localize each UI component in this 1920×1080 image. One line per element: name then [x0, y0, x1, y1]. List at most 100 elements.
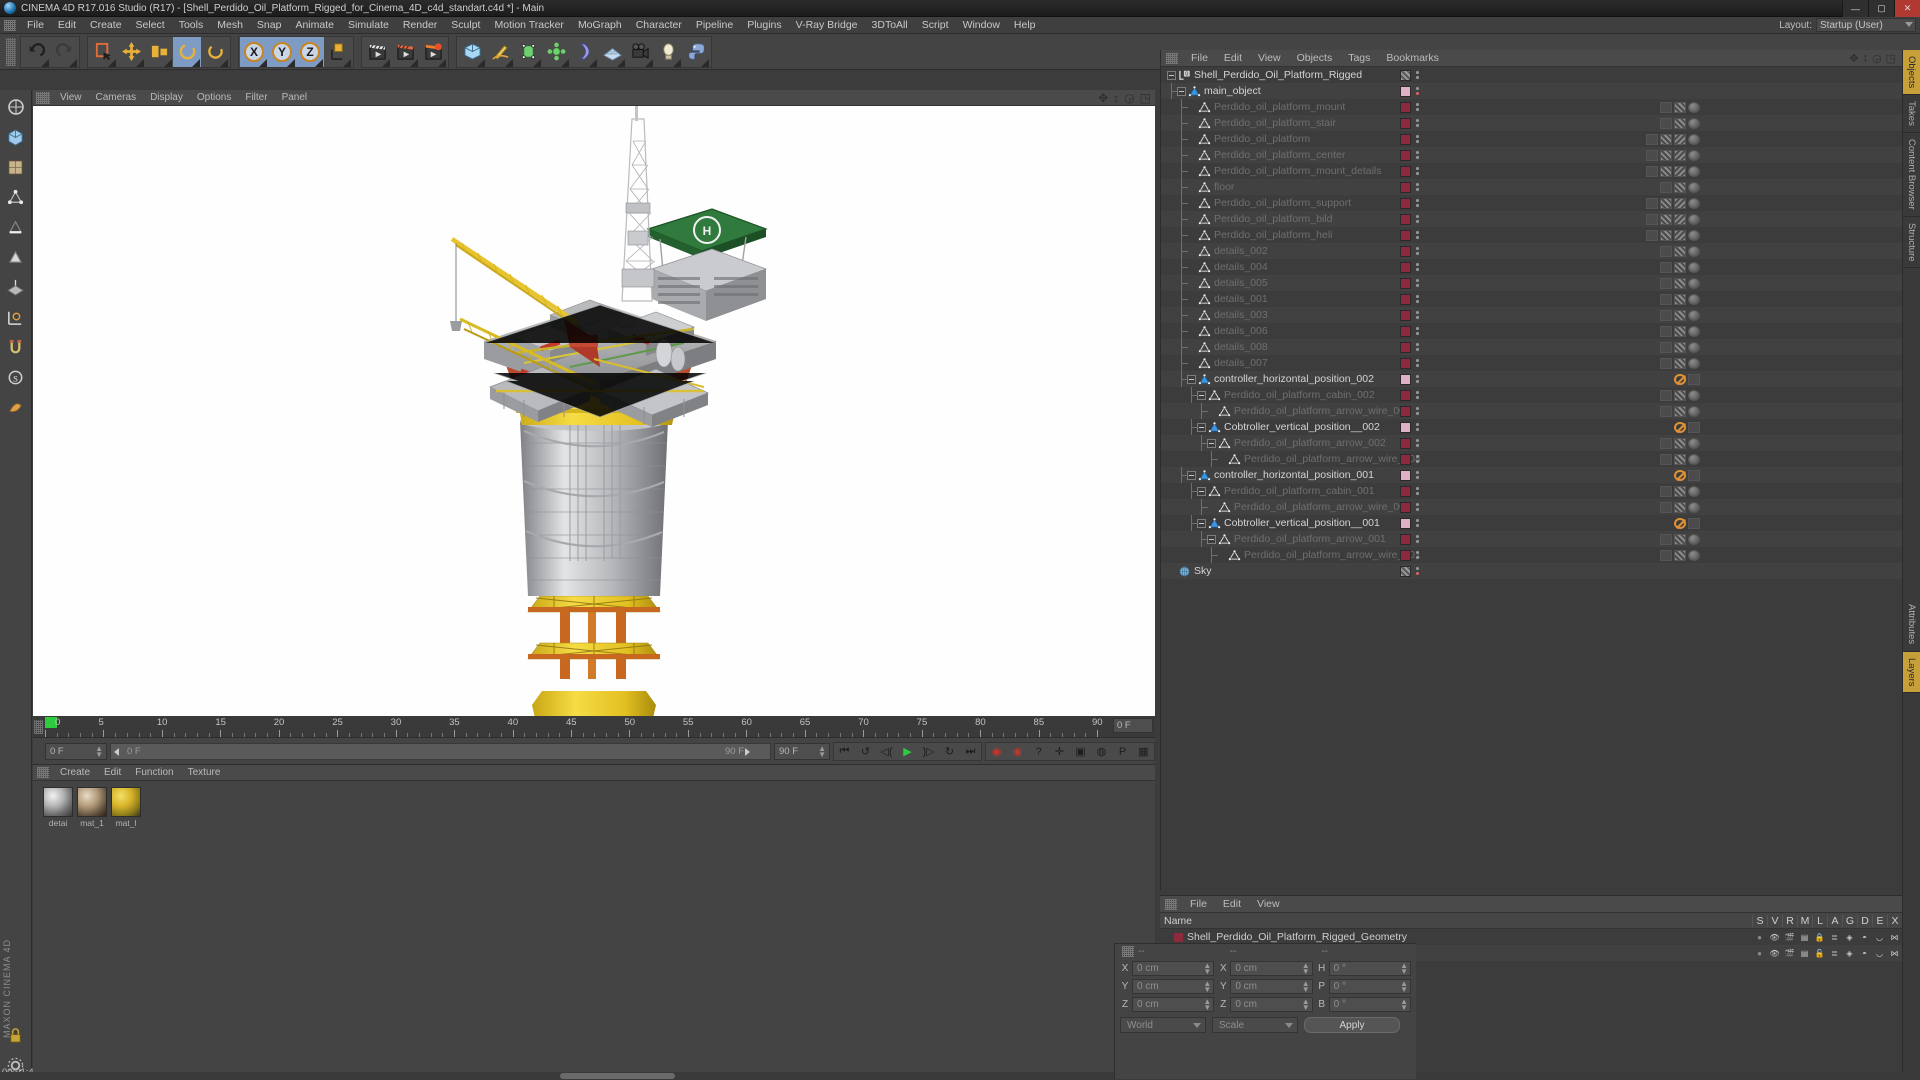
dock-tab-objects[interactable]: Objects	[1903, 50, 1920, 96]
rotate-alt-tool[interactable]	[201, 37, 229, 67]
visibility-dots[interactable]	[1416, 295, 1419, 303]
render-visibility-dot[interactable]	[1416, 524, 1419, 527]
object-row[interactable]: details_004	[1161, 259, 1902, 275]
material-tag-swatch[interactable]	[1400, 261, 1411, 273]
render-tag-icon[interactable]	[1688, 309, 1700, 321]
play-forward-loop-button[interactable]: ↻	[939, 743, 960, 760]
render-visibility-dot[interactable]	[1416, 140, 1419, 143]
material-swatch[interactable]	[43, 787, 73, 817]
phong-tag-icon[interactable]	[1660, 533, 1672, 545]
maximize-button[interactable]: ▢	[1868, 0, 1894, 17]
object-row[interactable]: details_007	[1161, 355, 1902, 371]
render-visibility-dot[interactable]	[1416, 108, 1419, 111]
rotation-key-button[interactable]: ◍	[1091, 743, 1112, 760]
object-row[interactable]: Perdido_oil_platform_center	[1161, 147, 1902, 163]
render-visibility-dot[interactable]	[1416, 476, 1419, 479]
animation-cell[interactable]: ≣	[1827, 933, 1842, 942]
render-tag-icon[interactable]	[1688, 245, 1700, 257]
editor-visibility-dot[interactable]	[1416, 167, 1419, 170]
current-frame-input[interactable]: 0 F ▲ ▼	[45, 743, 107, 760]
coordinate-system-select[interactable]: World	[1120, 1017, 1206, 1033]
editor-visibility-dot[interactable]	[1416, 279, 1419, 282]
render-visibility-dot[interactable]	[1416, 540, 1419, 543]
texture-tag-icon[interactable]	[1674, 533, 1686, 545]
generators-cell[interactable]: ◈	[1842, 933, 1857, 942]
tag-icon[interactable]	[1688, 469, 1700, 481]
object-row[interactable]: details_001	[1161, 291, 1902, 307]
menu-item-file[interactable]: File	[20, 17, 51, 34]
editor-visibility-dot[interactable]	[1416, 471, 1419, 474]
material-mat-2[interactable]: mat_l	[111, 787, 141, 828]
object-menu-tags[interactable]: Tags	[1340, 52, 1378, 64]
render-tag-icon[interactable]	[1688, 549, 1700, 561]
spinner-icon[interactable]: ▲ ▼	[1203, 997, 1211, 1011]
render-visibility-dot[interactable]	[1416, 188, 1419, 191]
timeline-ruler[interactable]: 0 5 10 15 20 25 30 35 40 45 50 55 60 65 70 75 80 85 90 0 F	[33, 716, 1155, 738]
material-swatch[interactable]	[77, 787, 107, 817]
editor-visibility-dot[interactable]	[1416, 375, 1419, 378]
object-menu-objects[interactable]: Objects	[1289, 52, 1341, 64]
x-axis-lock[interactable]: X	[240, 36, 268, 67]
editor-visibility-dot[interactable]	[1416, 247, 1419, 250]
material-mat-1[interactable]: mat_1	[77, 787, 107, 828]
object-row[interactable]: Perdido_oil_platform_mount	[1161, 99, 1902, 115]
generators-cell[interactable]: ◈	[1842, 949, 1857, 958]
render-visibility-dot[interactable]	[1416, 236, 1419, 239]
python-button[interactable]	[682, 37, 710, 67]
texture-tag-icon[interactable]	[1674, 229, 1686, 241]
rotation-b-input[interactable]: 0 ° ▲ ▼	[1328, 996, 1411, 1012]
editor-visibility-dot[interactable]	[1416, 119, 1419, 122]
menu-item-snap[interactable]: Snap	[250, 17, 289, 34]
material-tag-swatch[interactable]	[1400, 549, 1411, 561]
phong-tag-icon[interactable]	[1660, 117, 1672, 129]
editor-visibility-dot[interactable]	[1416, 567, 1419, 570]
texture-tag-icon[interactable]	[1660, 229, 1672, 241]
position-key-button[interactable]: ✛	[1049, 743, 1070, 760]
spinner-icon[interactable]: ▲ ▼	[1400, 961, 1408, 975]
expander-icon[interactable]	[1207, 534, 1216, 544]
menu-item-pipeline[interactable]: Pipeline	[689, 17, 740, 34]
editor-visibility-dot[interactable]	[1416, 263, 1419, 266]
menu-item-window[interactable]: Window	[956, 17, 1007, 34]
texture-tag-icon[interactable]	[1674, 325, 1686, 337]
visibility-dots[interactable]	[1416, 375, 1419, 383]
pan-icon[interactable]: ✥	[1849, 52, 1858, 65]
object-row[interactable]: Perdido_oil_platform	[1161, 131, 1902, 147]
render-visibility-dot[interactable]	[1416, 204, 1419, 207]
model-mode-button[interactable]	[1, 122, 31, 152]
autokeying-button[interactable]: ◉	[1007, 743, 1028, 760]
material-tag-swatch[interactable]	[1400, 469, 1411, 481]
visibility-dots[interactable]	[1416, 423, 1419, 431]
panel-grip-icon[interactable]	[1165, 898, 1177, 910]
object-menu-view[interactable]: View	[1250, 52, 1289, 64]
animation-cell[interactable]: ≣	[1827, 949, 1842, 958]
editor-visibility-dot[interactable]	[1416, 391, 1419, 394]
timeline-end-field[interactable]: 0 F	[1113, 718, 1153, 733]
texture-tag-icon[interactable]	[1674, 309, 1686, 321]
phong-tag-icon[interactable]	[1660, 437, 1672, 449]
texture-tag-icon[interactable]	[1674, 101, 1686, 113]
texture-mode-button[interactable]	[1, 152, 31, 182]
tag-icon[interactable]	[1688, 373, 1700, 385]
scale-tool[interactable]	[145, 37, 173, 67]
render-cell[interactable]: 🎬	[1782, 933, 1797, 942]
render-visibility-dot[interactable]	[1416, 316, 1419, 319]
render-visibility-dot[interactable]	[1416, 332, 1419, 335]
layer-column-d[interactable]: D	[1857, 914, 1872, 927]
expander-icon[interactable]	[1197, 486, 1206, 496]
step-forward-button[interactable]: )▷	[918, 743, 939, 760]
position-y-input[interactable]: 0 cm ▲ ▼	[1132, 978, 1215, 994]
render-tag-icon[interactable]	[1688, 197, 1700, 209]
layer-color-swatch[interactable]	[1174, 932, 1183, 942]
object-row[interactable]: Perdido_oil_platform_cabin_001	[1161, 483, 1902, 499]
phong-tag-icon[interactable]	[1660, 501, 1672, 513]
visibility-dots[interactable]	[1416, 535, 1419, 543]
editor-visibility-dot[interactable]	[1416, 407, 1419, 410]
material-menu-function[interactable]: Function	[128, 767, 180, 778]
editor-visibility-dot[interactable]	[1416, 183, 1419, 186]
visibility-dots[interactable]	[1416, 487, 1419, 495]
undo-button[interactable]	[22, 37, 50, 67]
texture-tag-icon[interactable]	[1674, 501, 1686, 513]
menu-item-select[interactable]: Select	[129, 17, 172, 34]
material-tag-swatch[interactable]	[1400, 197, 1411, 209]
